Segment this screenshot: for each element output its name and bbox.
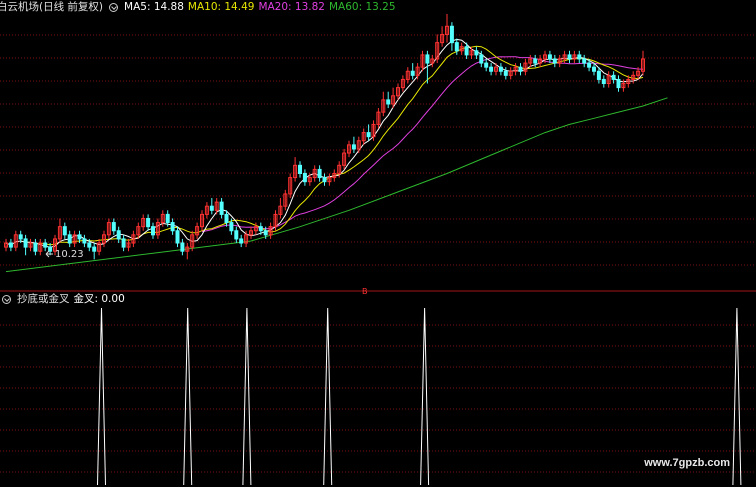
signal-spike	[183, 307, 193, 486]
candle-body	[258, 226, 263, 232]
ma10-path	[20, 45, 644, 246]
signal-spike	[97, 307, 106, 486]
candle-body	[518, 66, 523, 72]
candle-body	[489, 66, 494, 72]
candle-body	[62, 226, 67, 236]
candle-body	[298, 164, 302, 174]
candle-body	[498, 66, 503, 72]
candle-body	[484, 62, 489, 68]
candle-body	[180, 242, 185, 252]
candle-body	[219, 201, 224, 215]
candle-body	[234, 230, 239, 240]
candle-body	[82, 238, 87, 244]
indicator-header: 抄底或金叉 金叉: 0.00	[0, 292, 125, 306]
candle-body	[165, 213, 170, 224]
signal-spike	[732, 307, 742, 486]
candle-body	[464, 46, 469, 56]
ma5-label: MA5: 14.88	[124, 1, 184, 13]
ma60-path	[5, 97, 668, 273]
candle-body	[317, 168, 322, 179]
candle-body	[121, 238, 126, 248]
candle-body	[410, 70, 415, 76]
candle-body	[386, 99, 391, 105]
ma60-line	[5, 97, 668, 273]
candle-body	[92, 246, 97, 252]
site-watermark: www.7gpzb.com	[644, 457, 730, 469]
candle-body	[533, 58, 538, 64]
ma60-label: MA60: 13.25	[328, 1, 396, 13]
signal-spike	[420, 307, 430, 486]
candle-body	[351, 144, 356, 150]
candle-body	[503, 70, 508, 76]
candlestick-series[interactable]	[4, 14, 645, 260]
candle-body	[224, 213, 229, 224]
indicator-toggle-icon[interactable]	[2, 294, 11, 304]
settings-toggle-icon[interactable]	[109, 2, 119, 12]
candle-body	[547, 54, 552, 60]
candle-body	[43, 242, 48, 248]
candle-body	[8, 242, 13, 248]
candle-body	[596, 70, 601, 80]
candle-body	[87, 242, 92, 248]
candle-body	[18, 234, 23, 240]
candle-body	[48, 246, 53, 252]
ma5-line	[5, 38, 644, 248]
candle-body	[151, 226, 155, 236]
chart-canvas[interactable]: 10.23 B	[0, 0, 756, 487]
candle-body	[577, 54, 582, 60]
ma10-label: MA10: 14.49	[187, 1, 255, 13]
candle-body	[587, 62, 592, 68]
candle-body	[77, 234, 82, 240]
candle-body	[23, 238, 28, 248]
indicator-title: 抄底或金叉	[17, 293, 70, 305]
candle-body	[111, 222, 116, 232]
candle-body	[454, 42, 459, 52]
candle-body	[552, 58, 557, 64]
candle-body	[209, 205, 214, 211]
stock-title: 白云机场(日线 前复权)	[0, 1, 104, 13]
candle-body	[33, 242, 38, 252]
candle-body	[449, 25, 454, 44]
signal-marker: B	[362, 287, 368, 296]
candle-body	[239, 238, 244, 244]
candle-body	[611, 74, 616, 80]
candle-body	[170, 222, 175, 232]
candle-body	[474, 50, 479, 56]
signal-spike	[323, 307, 333, 486]
ma20-path	[201, 56, 644, 233]
grid-lines	[0, 34, 756, 473]
indicator-value: 金叉: 0.00	[73, 293, 125, 305]
signal-spike	[242, 307, 252, 486]
candle-body	[425, 54, 430, 64]
candle-body	[479, 54, 484, 64]
candle-body	[582, 58, 587, 64]
candle-body	[229, 222, 234, 232]
candle-body	[263, 230, 268, 236]
candle-body	[67, 234, 72, 244]
candle-body	[175, 230, 180, 244]
stock-chart-window: 10.23 B 白云机场(日线 前复权) MA5: 14.88 MA10: 14…	[0, 0, 756, 487]
main-chart-header: 白云机场(日线 前复权) MA5: 14.88 MA10: 14.49 MA20…	[0, 0, 396, 14]
candle-body	[146, 217, 151, 228]
candle-body	[366, 132, 371, 138]
candle-body	[116, 230, 121, 240]
ma20-label: MA20: 13.82	[258, 1, 325, 13]
ma10-line	[20, 45, 644, 246]
candle-body	[601, 78, 606, 85]
ma20-line	[201, 56, 644, 233]
candle-body	[616, 78, 621, 89]
candle-body	[592, 66, 596, 72]
ma5-path	[5, 38, 644, 248]
candle-body	[567, 54, 572, 60]
low-price-label: 10.23	[55, 249, 84, 260]
candle-body	[302, 172, 307, 183]
candle-body	[322, 177, 327, 183]
